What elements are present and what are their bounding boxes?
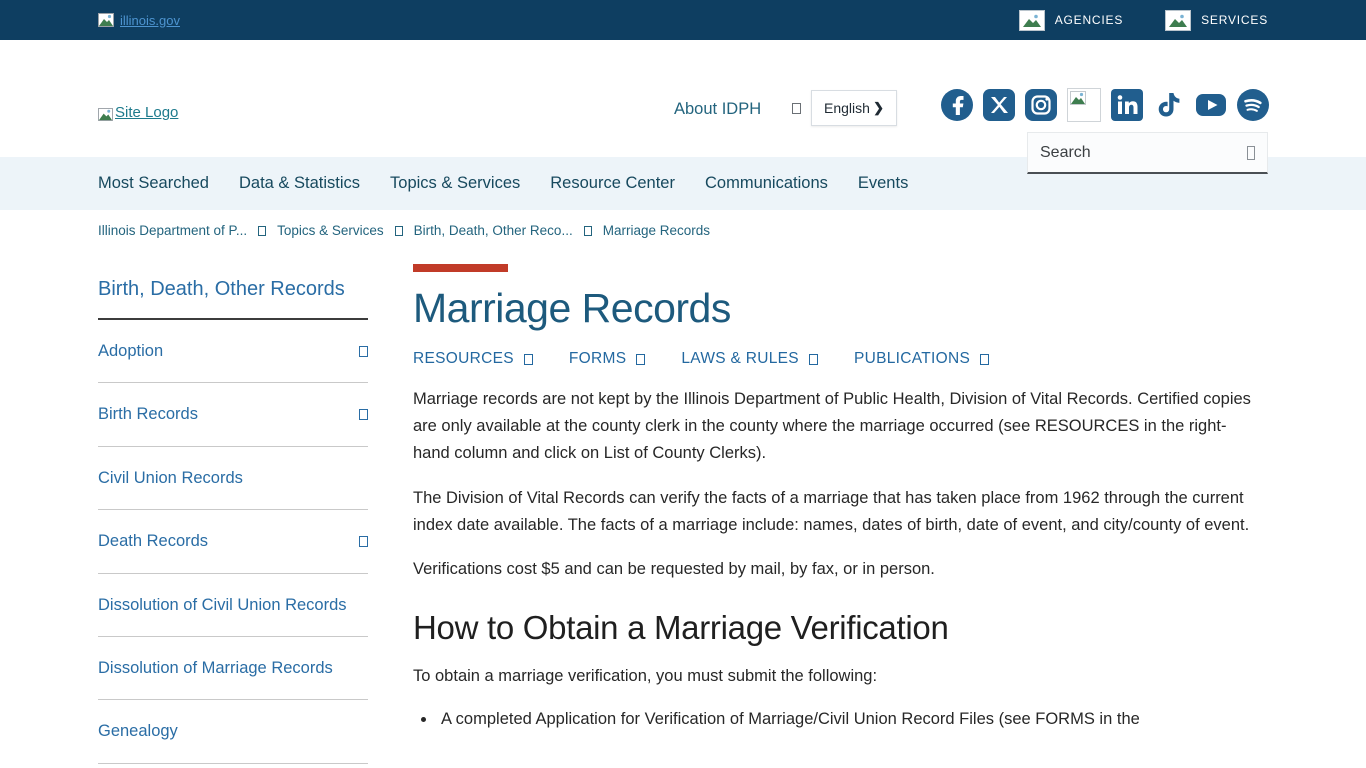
quick-link-label: RESOURCES bbox=[413, 350, 514, 368]
sidebar-item-birth-records[interactable]: Birth Records bbox=[98, 383, 368, 446]
sidebar-item-label: Genealogy bbox=[98, 718, 178, 744]
sidebar-item-label: Dissolution of Marriage Records bbox=[98, 655, 333, 681]
laws-rules-link[interactable]: LAWS & RULES bbox=[681, 350, 818, 368]
sidebar-heading-link[interactable]: Birth, Death, Other Records bbox=[98, 264, 368, 320]
resources-link[interactable]: RESOURCES bbox=[413, 350, 533, 368]
breadcrumb-topics-services[interactable]: Topics & Services bbox=[277, 223, 384, 238]
expand-icon[interactable] bbox=[359, 536, 368, 547]
chevron-right-icon: ❯ bbox=[873, 100, 884, 116]
sidebar-item-genealogy[interactable]: Genealogy bbox=[98, 700, 368, 763]
nav-item-topics-services[interactable]: Topics & Services bbox=[390, 174, 520, 193]
sidebar-item-dissolution-marriage[interactable]: Dissolution of Marriage Records bbox=[98, 637, 368, 700]
chevron-down-icon bbox=[636, 354, 645, 365]
breadcrumb-marriage-records[interactable]: Marriage Records bbox=[603, 223, 710, 238]
broken-image-icon bbox=[1019, 10, 1045, 31]
linkedin-icon[interactable] bbox=[1111, 89, 1143, 121]
tiktok-icon[interactable] bbox=[1153, 89, 1185, 121]
services-link[interactable]: SERVICES bbox=[1165, 10, 1268, 31]
agencies-label: AGENCIES bbox=[1055, 13, 1123, 27]
social-icons bbox=[941, 88, 1269, 122]
nav-item-resource-center[interactable]: Resource Center bbox=[550, 174, 675, 193]
requirements-list: A completed Application for Verification… bbox=[413, 706, 1258, 733]
quick-link-label: PUBLICATIONS bbox=[854, 350, 970, 368]
spotify-icon[interactable] bbox=[1237, 89, 1269, 121]
paragraph: Marriage records are not kept by the Ill… bbox=[413, 386, 1258, 467]
chevron-down-icon bbox=[524, 354, 533, 365]
language-label: English bbox=[824, 100, 870, 116]
list-item: A completed Application for Verification… bbox=[437, 706, 1258, 733]
sidebar-item-label: Death Records bbox=[98, 528, 208, 554]
site-header: Site Logo About IDPH English ❯ bbox=[0, 40, 1366, 157]
sidebar-item-label: Dissolution of Civil Union Records bbox=[98, 592, 347, 618]
breadcrumb: Illinois Department of P... Topics & Ser… bbox=[0, 210, 1366, 238]
sidebar-item-death-records[interactable]: Death Records bbox=[98, 510, 368, 573]
search-box bbox=[1027, 132, 1268, 174]
sidebar-item-dissolution-civil-union[interactable]: Dissolution of Civil Union Records bbox=[98, 574, 368, 637]
broken-image-icon bbox=[1165, 10, 1191, 31]
topbar-links: AGENCIES SERVICES bbox=[1019, 10, 1268, 31]
breadcrumb-home[interactable]: Illinois Department of P... bbox=[98, 223, 247, 238]
facebook-icon[interactable] bbox=[941, 89, 973, 121]
nav-item-communications[interactable]: Communications bbox=[705, 174, 828, 193]
illinois-gov-link[interactable]: illinois.gov bbox=[98, 13, 180, 28]
x-twitter-icon[interactable] bbox=[983, 89, 1015, 121]
content-area: Birth, Death, Other Records Adoption Bir… bbox=[0, 264, 1366, 768]
chevron-down-icon bbox=[980, 354, 989, 365]
sidebar-item-adoption[interactable]: Adoption bbox=[98, 320, 368, 383]
nav-item-events[interactable]: Events bbox=[858, 174, 908, 193]
gov-topbar: illinois.gov AGENCIES SERVICES bbox=[0, 0, 1366, 40]
services-label: SERVICES bbox=[1201, 13, 1268, 27]
youtube-icon[interactable] bbox=[1195, 89, 1227, 121]
accent-bar bbox=[413, 264, 508, 272]
sidebar-item-label: Adoption bbox=[98, 338, 163, 364]
nav-item-data-statistics[interactable]: Data & Statistics bbox=[239, 174, 360, 193]
broken-image-icon bbox=[98, 13, 114, 27]
broken-image-icon bbox=[98, 108, 113, 121]
sidebar-item-label: Birth Records bbox=[98, 401, 198, 427]
breadcrumb-separator-icon bbox=[395, 226, 403, 236]
nav-item-most-searched[interactable]: Most Searched bbox=[98, 174, 209, 193]
about-idph-link[interactable]: About IDPH bbox=[674, 100, 761, 119]
breadcrumb-separator-icon bbox=[584, 226, 592, 236]
section-heading: How to Obtain a Marriage Verification bbox=[413, 609, 1258, 647]
breadcrumb-birth-death-records[interactable]: Birth, Death, Other Reco... bbox=[414, 223, 573, 238]
expand-icon[interactable] bbox=[359, 346, 368, 357]
quick-link-label: FORMS bbox=[569, 350, 626, 368]
sidebar-item-marriage-records[interactable]: Marriage Records bbox=[98, 764, 368, 768]
globe-icon bbox=[792, 103, 801, 114]
forms-link[interactable]: FORMS bbox=[569, 350, 645, 368]
breadcrumb-separator-icon bbox=[258, 226, 266, 236]
language-selector: English ❯ bbox=[792, 90, 897, 126]
site-logo-alt-text: Site Logo bbox=[115, 104, 178, 121]
sidebar-item-civil-union-records[interactable]: Civil Union Records bbox=[98, 447, 368, 510]
paragraph: Verifications cost $5 and can be request… bbox=[413, 556, 1258, 583]
site-logo-link[interactable]: Site Logo bbox=[98, 104, 178, 121]
quick-links: RESOURCES FORMS LAWS & RULES PUBLICATION… bbox=[413, 350, 1258, 368]
broken-image-icon[interactable] bbox=[1067, 88, 1101, 122]
section-intro: To obtain a marriage verification, you m… bbox=[413, 663, 1258, 690]
page-title: Marriage Records bbox=[413, 285, 1258, 332]
paragraph: The Division of Vital Records can verify… bbox=[413, 485, 1258, 539]
illinois-gov-alt-text: illinois.gov bbox=[120, 13, 180, 28]
chevron-down-icon bbox=[809, 354, 818, 365]
search-input[interactable] bbox=[1040, 144, 1247, 162]
expand-icon[interactable] bbox=[359, 409, 368, 420]
main-content: Marriage Records RESOURCES FORMS LAWS & … bbox=[413, 264, 1258, 733]
quick-link-label: LAWS & RULES bbox=[681, 350, 799, 368]
publications-link[interactable]: PUBLICATIONS bbox=[854, 350, 989, 368]
language-button[interactable]: English ❯ bbox=[811, 90, 897, 126]
agencies-link[interactable]: AGENCIES bbox=[1019, 10, 1123, 31]
search-icon[interactable] bbox=[1247, 146, 1255, 160]
sidebar-item-label: Civil Union Records bbox=[98, 465, 243, 491]
sidebar: Birth, Death, Other Records Adoption Bir… bbox=[98, 264, 368, 768]
instagram-icon[interactable] bbox=[1025, 89, 1057, 121]
